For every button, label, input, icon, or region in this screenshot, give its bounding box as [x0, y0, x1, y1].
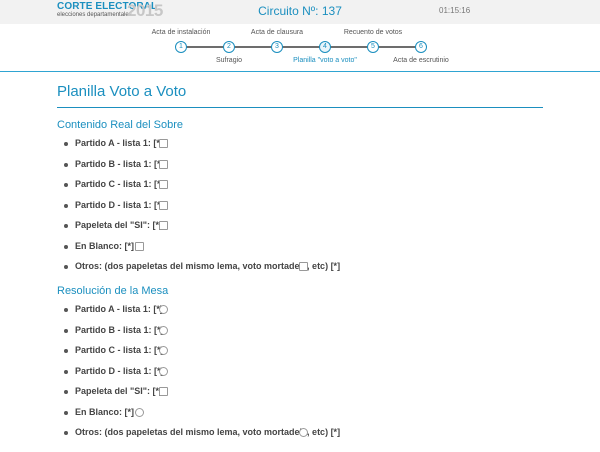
- option-row: Partido C - lista 1: [*]: [0, 344, 600, 358]
- option-row: Partido B - lista 1: [*]: [0, 324, 600, 338]
- option-checkbox[interactable]: [159, 159, 168, 169]
- option-checkbox[interactable]: [299, 262, 308, 271]
- bullet-icon: [64, 308, 68, 312]
- step-2-label[interactable]: Sufragio: [216, 57, 242, 64]
- option-radio[interactable]: [135, 407, 144, 417]
- option-row: Otros: (dos papeletas del mismo lema, vo…: [0, 426, 600, 440]
- step-1-label[interactable]: Acta de instalación: [152, 29, 211, 36]
- stepper-divider: [0, 71, 600, 72]
- circuit-number: Circuito Nº: 137: [258, 4, 342, 18]
- option-row: Otros: (dos papeletas del mismo lema, vo…: [0, 260, 600, 274]
- bullet-icon: [64, 224, 68, 228]
- step-4-circle[interactable]: 4: [319, 41, 331, 53]
- option-checkbox[interactable]: [159, 139, 168, 148]
- step-1-circle[interactable]: 1: [175, 41, 187, 53]
- bullet-icon: [64, 162, 68, 167]
- option-radio[interactable]: [299, 428, 308, 437]
- step-2-circle[interactable]: 2: [223, 41, 235, 53]
- option-label: Partido D - lista 1: [*]: [75, 199, 164, 210]
- bullet-icon: [64, 410, 68, 415]
- option-label: Papeleta del "SI": [*]: [75, 386, 163, 396]
- clock: 01:15:16: [439, 6, 471, 15]
- bullet-icon: [64, 244, 68, 249]
- bullet-icon: [64, 349, 68, 353]
- bullet-icon: [64, 431, 68, 435]
- option-row: Partido D - lista 1: [*]: [0, 199, 600, 213]
- option-label: Partido A - lista 1: [*]: [75, 304, 163, 314]
- option-radio[interactable]: [159, 366, 168, 376]
- option-checkbox[interactable]: [135, 241, 144, 251]
- bullet-icon: [64, 203, 68, 208]
- option-row: Papeleta del "SI": [*]: [0, 219, 600, 233]
- option-checkbox[interactable]: [159, 180, 168, 189]
- option-label: Partido D - lista 1: [*]: [75, 365, 164, 376]
- option-radio[interactable]: [159, 305, 168, 314]
- step-3-circle[interactable]: 3: [271, 41, 283, 53]
- title-divider: [57, 107, 543, 108]
- bullet-icon: [64, 183, 68, 187]
- step-5-label[interactable]: Recuento de votos: [344, 29, 402, 36]
- option-row: En Blanco: [*]: [0, 240, 600, 254]
- option-checkbox[interactable]: [159, 387, 168, 396]
- option-row: Papeleta del "SI": [*]: [0, 385, 600, 399]
- option-radio[interactable]: [159, 346, 168, 355]
- section-title-2: Resolución de la Mesa: [57, 285, 169, 297]
- option-label: Partido C - lista 1: [*]: [75, 179, 164, 189]
- bullet-icon: [64, 390, 68, 394]
- option-label: Partido A - lista 1: [*]: [75, 138, 163, 148]
- top-bar: CORTE ELECTORAL elecciones departamental…: [0, 0, 600, 24]
- bullet-icon: [64, 369, 68, 374]
- option-row: Partido D - lista 1: [*]: [0, 365, 600, 379]
- step-4-label[interactable]: Planilla "voto a voto": [293, 57, 357, 64]
- option-row: Partido A - lista 1: [*]: [0, 303, 600, 317]
- step-3-label[interactable]: Acta de clausura: [251, 29, 303, 36]
- option-label: En Blanco: [*]: [75, 406, 135, 417]
- option-radio[interactable]: [159, 325, 168, 335]
- option-label: Partido B - lista 1: [*]: [75, 324, 164, 335]
- page-title: Planilla Voto a Voto: [57, 83, 187, 100]
- option-row: Partido B - lista 1: [*]: [0, 158, 600, 172]
- bullet-icon: [64, 142, 68, 146]
- option-checkbox[interactable]: [159, 221, 168, 230]
- option-label: Partido C - lista 1: [*]: [75, 345, 164, 355]
- option-label: En Blanco: [*]: [75, 240, 135, 251]
- option-row: Partido C - lista 1: [*]: [0, 178, 600, 192]
- bullet-icon: [64, 265, 68, 269]
- option-checkbox[interactable]: [159, 200, 168, 210]
- bullet-icon: [64, 328, 68, 333]
- step-6-circle[interactable]: 6: [415, 41, 427, 53]
- step-6-label[interactable]: Acta de escrutinio: [393, 57, 449, 64]
- option-label: Papeleta del "SI": [*]: [75, 220, 163, 230]
- section-title-1: Contenido Real del Sobre: [57, 119, 183, 131]
- stepper-track: [181, 46, 421, 48]
- option-row: En Blanco: [*]: [0, 406, 600, 420]
- step-5-circle[interactable]: 5: [367, 41, 379, 53]
- option-label: Partido B - lista 1: [*]: [75, 158, 164, 169]
- option-row: Partido A - lista 1: [*]: [0, 137, 600, 151]
